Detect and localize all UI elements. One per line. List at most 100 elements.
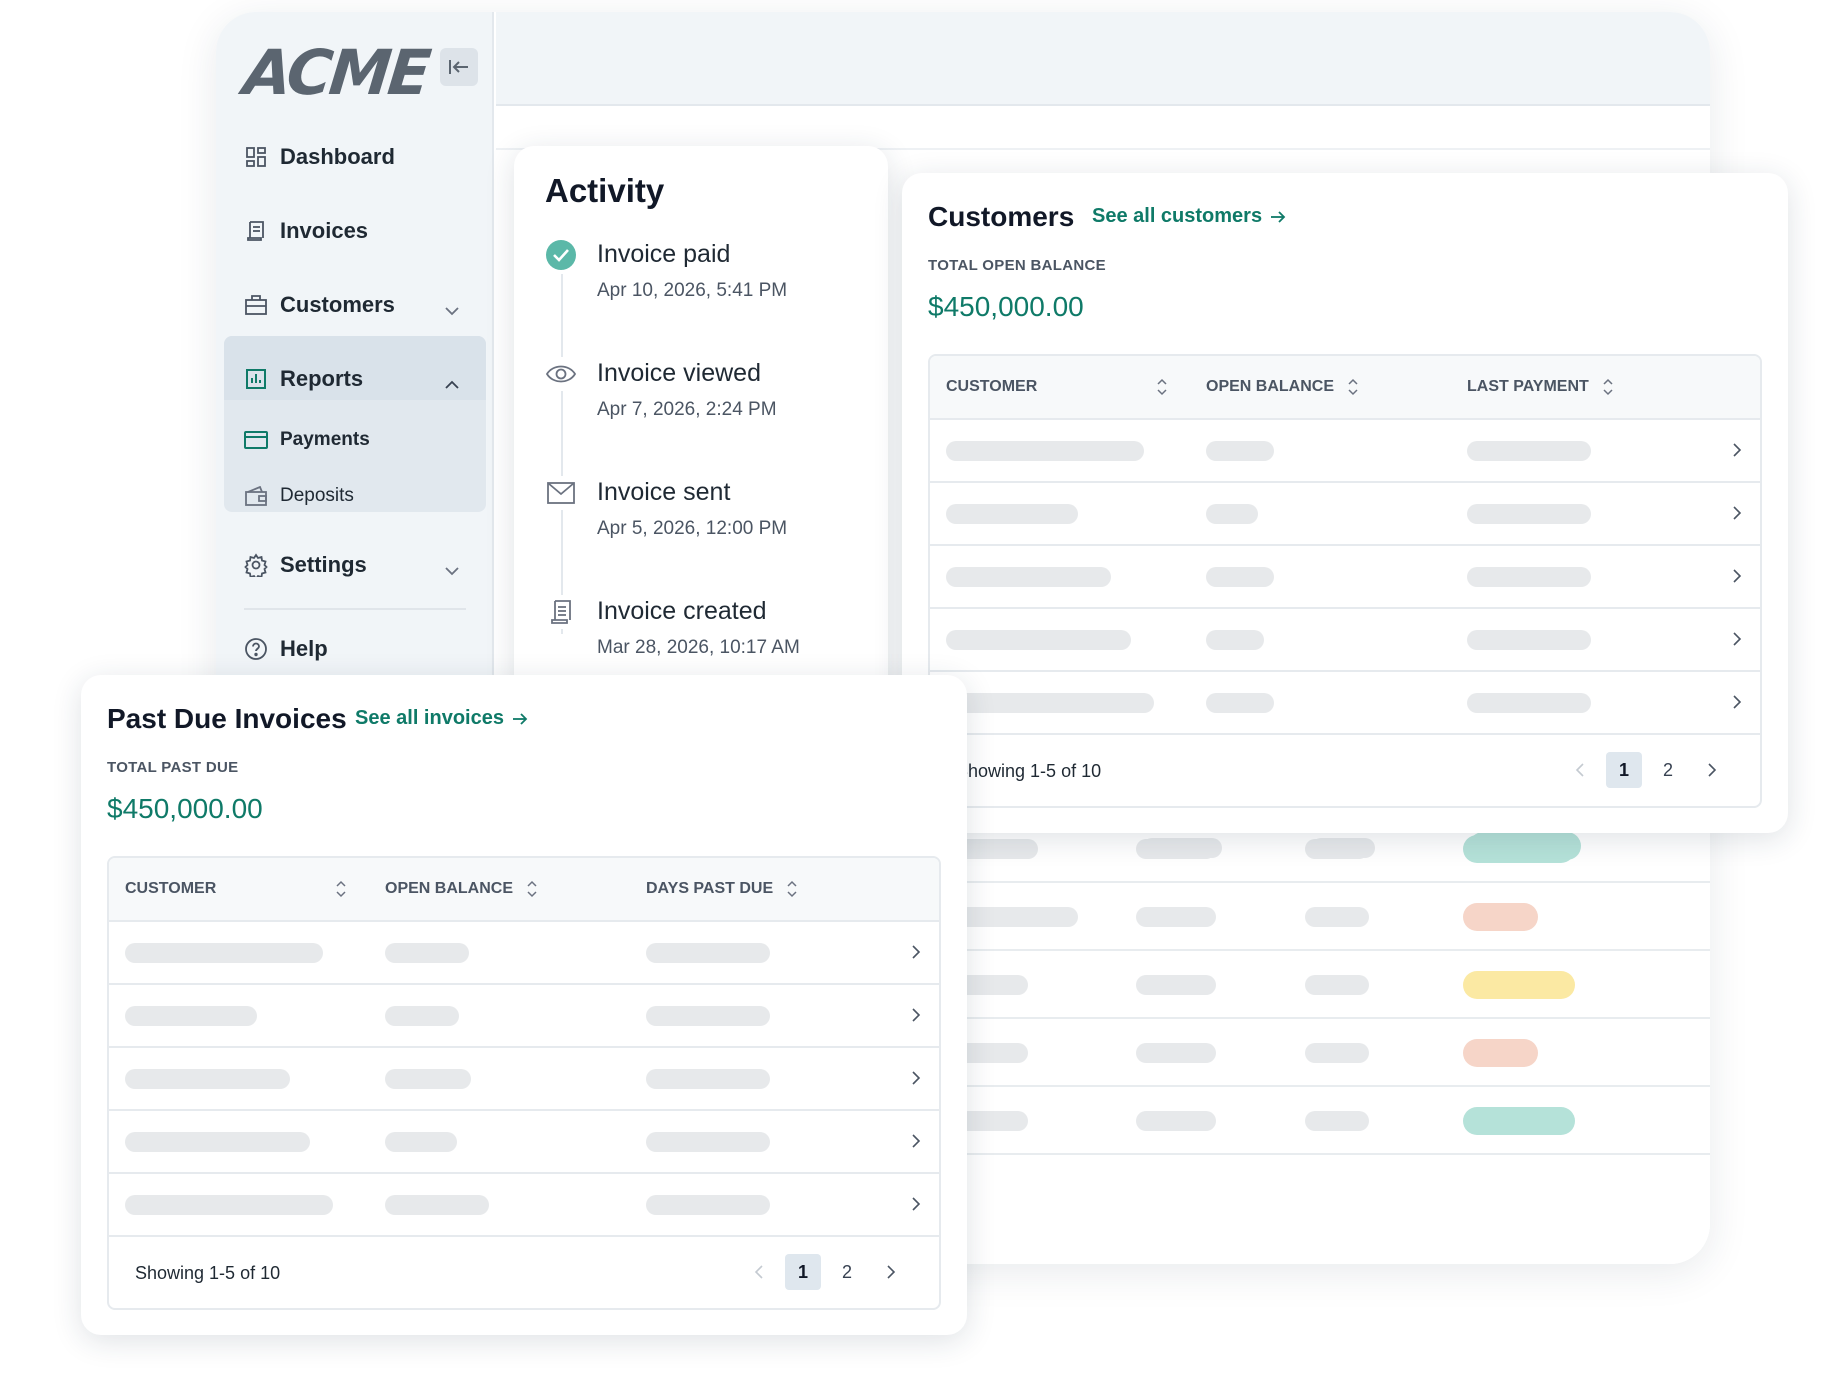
nav-item-deposits[interactable]: Deposits (244, 476, 354, 516)
next-page-button[interactable] (873, 1254, 909, 1290)
link-label: See all customers (1092, 205, 1263, 227)
activity-item-title: Invoice viewed (597, 359, 761, 387)
chevron-down-icon (444, 556, 460, 582)
skeleton-bar (125, 1069, 290, 1089)
help-icon (244, 637, 268, 661)
acme-logo: ACME (240, 36, 432, 109)
activity-item-date: Mar 28, 2026, 10:17 AM (597, 637, 800, 658)
pagination: 1 2 (1554, 752, 1730, 788)
arrow-right-icon (1270, 210, 1286, 224)
nav-item-customers[interactable]: Customers (244, 280, 474, 330)
status-pill (1463, 903, 1538, 931)
table-row[interactable] (109, 1174, 939, 1237)
skeleton-bar (646, 1069, 770, 1089)
prev-page-button[interactable] (1562, 752, 1598, 788)
activity-item-date: Apr 7, 2026, 2:24 PM (597, 399, 777, 420)
dashboard-icon (244, 145, 268, 169)
past-due-invoices-card: Past Due Invoices See all invoices TOTAL… (81, 675, 967, 1335)
skeleton-bar (646, 943, 770, 963)
past-due-table: CUSTOMER OPEN BALANCE DAYS PAST DUE Show… (107, 856, 941, 1310)
activity-item-title: Invoice sent (597, 478, 731, 506)
skeleton-bar (1467, 567, 1591, 587)
customers-card: Customers See all customers TOTAL OPEN B… (902, 173, 1788, 833)
chevron-right-icon (1732, 631, 1742, 652)
status-pill (1463, 971, 1575, 999)
skeleton-bar (946, 567, 1111, 587)
total-open-balance-label: TOTAL OPEN BALANCE (928, 257, 1106, 274)
table-header: CUSTOMER OPEN BALANCE DAYS PAST DUE (109, 858, 939, 922)
page-button[interactable]: 1 (785, 1254, 821, 1290)
column-header-days-past-due[interactable]: DAYS PAST DUE (646, 880, 797, 898)
column-header-open-balance[interactable]: OPEN BALANCE (385, 880, 537, 898)
next-page-button[interactable] (1694, 752, 1730, 788)
arrow-right-icon (512, 712, 528, 726)
customers-table: CUSTOMER OPEN BALANCE LAST PAYMENT Showi… (928, 354, 1762, 808)
skeleton-bar (946, 441, 1144, 461)
activity-item-title: Invoice paid (597, 240, 731, 268)
skeleton-bar (646, 1195, 770, 1215)
table-row[interactable] (930, 609, 1760, 672)
page-button[interactable]: 1 (1606, 752, 1642, 788)
skeleton-bar (1206, 567, 1274, 587)
chevron-right-icon (911, 1133, 921, 1154)
nav-label: Invoices (280, 218, 369, 243)
collapse-sidebar-button[interactable] (440, 48, 478, 86)
chevron-up-icon (444, 370, 460, 396)
gear-icon (244, 553, 268, 577)
chevron-right-icon (1708, 763, 1717, 777)
nav-divider (244, 608, 466, 610)
wallet-icon (244, 484, 268, 508)
skeleton-bar (1467, 630, 1591, 650)
table-row[interactable] (930, 672, 1760, 735)
skeleton-bar (946, 630, 1131, 650)
table-row[interactable] (930, 420, 1760, 483)
column-header-customer[interactable]: CUSTOMER (946, 378, 1167, 396)
sort-icon (787, 880, 797, 898)
chevron-right-icon (911, 1196, 921, 1217)
document-icon (544, 595, 578, 629)
skeleton-bar (1206, 504, 1258, 524)
nav-item-reports[interactable]: Reports (244, 354, 474, 404)
table-row[interactable] (109, 1048, 939, 1111)
sort-icon (527, 880, 537, 898)
nav-item-help[interactable]: Help (244, 624, 474, 674)
table-row[interactable] (109, 1111, 939, 1174)
collapse-icon (449, 60, 468, 74)
chevron-left-icon (1575, 763, 1584, 777)
sort-icon (1603, 378, 1613, 396)
column-header-customer[interactable]: CUSTOMER (125, 880, 346, 898)
table-row[interactable] (109, 985, 939, 1048)
table-row[interactable] (930, 546, 1760, 609)
skeleton-bar (125, 1006, 257, 1026)
page-button[interactable]: 2 (1650, 752, 1686, 788)
chart-icon (244, 367, 268, 391)
table-row[interactable] (109, 922, 939, 985)
nav-label: Help (280, 636, 328, 661)
nav-item-settings[interactable]: Settings (244, 540, 474, 590)
see-all-invoices-link[interactable]: See all invoices (355, 707, 528, 730)
see-all-customers-link[interactable]: See all customers (1092, 205, 1286, 228)
showing-count: Showing 1-5 of 10 (956, 761, 1102, 781)
total-open-balance-value: $450,000.00 (928, 291, 1084, 322)
skeleton-bar (1467, 693, 1591, 713)
nav-item-payments[interactable]: Payments (244, 420, 370, 460)
page-button[interactable]: 2 (829, 1254, 865, 1290)
table-footer: Showing 1-5 of 10 1 2 (109, 1238, 939, 1308)
chevron-right-icon (911, 944, 921, 965)
nav-item-dashboard[interactable]: Dashboard (244, 132, 474, 182)
skeleton-bar (946, 504, 1078, 524)
skeleton-bar (385, 1132, 457, 1152)
nav-label: Reports (280, 366, 364, 391)
skeleton-bar (385, 943, 469, 963)
activity-item-date: Apr 10, 2026, 5:41 PM (597, 280, 788, 301)
chevron-right-icon (1732, 505, 1742, 526)
nav-item-invoices[interactable]: Invoices (244, 206, 474, 256)
column-header-open-balance[interactable]: OPEN BALANCE (1206, 378, 1358, 396)
skeleton-bar (1206, 630, 1264, 650)
status-pill (1463, 1039, 1538, 1067)
table-row[interactable] (930, 483, 1760, 546)
chevron-right-icon (1732, 694, 1742, 715)
chevron-right-icon (1732, 442, 1742, 463)
prev-page-button[interactable] (741, 1254, 777, 1290)
column-header-last-payment[interactable]: LAST PAYMENT (1467, 378, 1613, 396)
